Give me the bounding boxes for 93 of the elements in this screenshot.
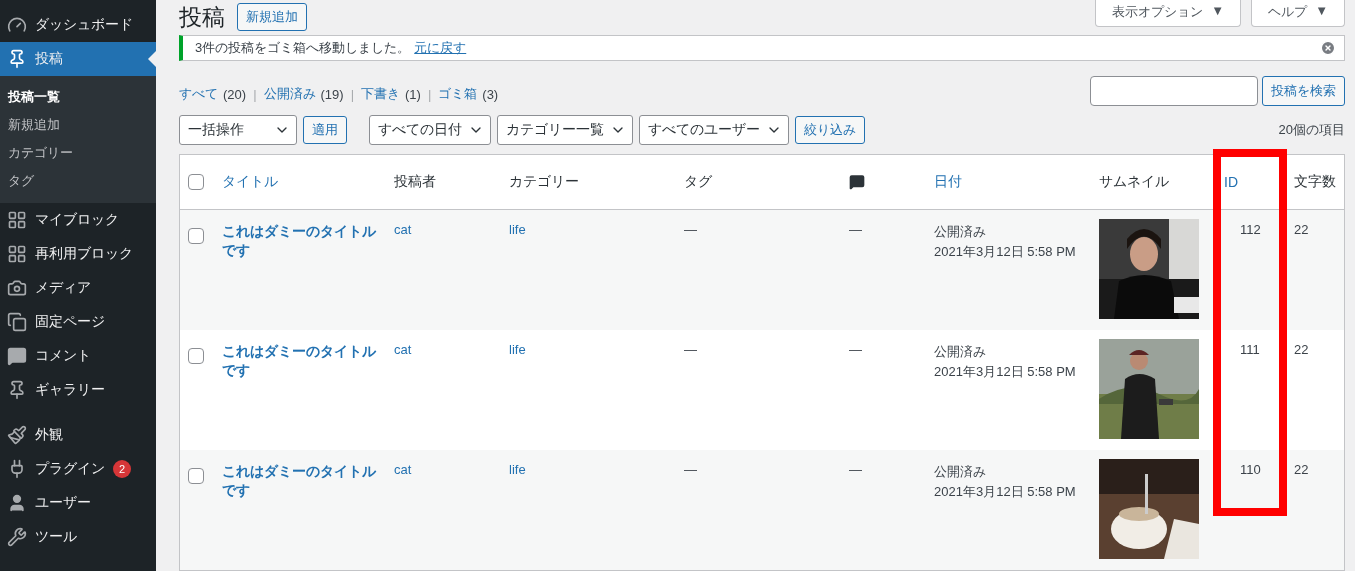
menu-item[interactable]: ツール <box>0 520 156 554</box>
table-cell: 22 <box>1294 462 1309 477</box>
column-header: サムネイル <box>1099 173 1169 191</box>
post-title-link[interactable]: これはダミーのタイトルです <box>222 342 378 380</box>
author-link[interactable]: cat <box>394 222 412 237</box>
comment-icon <box>849 174 865 190</box>
menu-item[interactable]: 固定ページ <box>0 305 156 339</box>
separator: | <box>427 86 432 102</box>
menu-item[interactable]: 外観 <box>0 418 156 452</box>
column-header: カテゴリー <box>509 173 579 191</box>
filter-select[interactable]: カテゴリー一覧 <box>497 115 633 145</box>
count-badge: 2 <box>113 460 131 478</box>
table-cell-text: 112 <box>1239 222 1261 237</box>
view-link[interactable]: ゴミ箱 <box>438 85 478 103</box>
view-count: (1) <box>405 86 421 102</box>
view-count: (20) <box>223 86 247 102</box>
post-date: 2021年3月12日 5:58 PM <box>934 362 1077 381</box>
table-cell: — <box>849 462 862 477</box>
submenu-item[interactable]: 投稿一覧 <box>0 83 156 111</box>
column-header: 文字数 <box>1294 173 1336 191</box>
add-new-button[interactable]: 新規追加 <box>237 3 307 32</box>
view-link[interactable]: 公開済み <box>263 85 316 103</box>
pages-icon <box>7 312 27 332</box>
tool-icon <box>7 527 27 547</box>
column-header: タグ <box>684 173 712 191</box>
submenu-item[interactable]: 新規追加 <box>0 111 156 139</box>
notice-message: 3件の投稿をゴミ箱へ移動しました。 <box>195 38 411 57</box>
menu-item[interactable]: 投稿 <box>0 42 156 76</box>
menu-item[interactable]: コメント <box>0 339 156 373</box>
column-header[interactable]: 日付 <box>934 173 962 191</box>
category-link[interactable]: life <box>509 342 526 357</box>
table-cell: 22 <box>1294 222 1309 237</box>
view-count: (19) <box>320 86 344 102</box>
table-cell: — <box>684 222 697 237</box>
filter-select[interactable]: すべてのユーザー <box>639 115 789 145</box>
brush-icon <box>7 425 27 445</box>
apply-button[interactable]: 適用 <box>303 116 347 144</box>
category-link[interactable]: life <box>509 462 526 477</box>
view-link[interactable]: 下書き <box>361 85 401 103</box>
pin-icon <box>7 380 27 400</box>
category-link[interactable]: life <box>509 222 526 237</box>
submenu-item[interactable]: タグ <box>0 167 156 195</box>
menu-item[interactable]: マイブロック <box>0 203 156 237</box>
column-header: 投稿者 <box>394 173 436 191</box>
post-date: 2021年3月12日 5:58 PM <box>934 482 1077 501</box>
column-header[interactable]: タイトル <box>222 173 278 191</box>
table-cell-text: 110 <box>1239 462 1261 477</box>
author-link[interactable]: cat <box>394 462 412 477</box>
comment-icon <box>7 346 27 366</box>
undo-link[interactable]: 元に戻す <box>414 38 467 57</box>
post-status: 公開済み <box>934 223 987 241</box>
table-cell-text: 111 <box>1239 342 1260 357</box>
checkbox[interactable] <box>188 348 204 364</box>
search-button[interactable]: 投稿を検索 <box>1262 76 1345 106</box>
menu-item[interactable]: ギャラリー <box>0 373 156 407</box>
submenu-item[interactable]: カテゴリー <box>0 139 156 167</box>
page-title: 投稿 <box>179 2 225 32</box>
view-count: (3) <box>482 86 499 102</box>
close-icon[interactable] <box>1320 39 1336 56</box>
post-status: 公開済み <box>934 343 987 361</box>
author-link[interactable]: cat <box>394 342 412 357</box>
user-icon <box>7 493 27 513</box>
post-date: 2021年3月12日 5:58 PM <box>934 242 1077 261</box>
filter-select[interactable]: すべての日付 <box>369 115 491 145</box>
separator: | <box>253 86 257 102</box>
filter-button[interactable]: 絞り込み <box>795 116 865 144</box>
table-cell: 22 <box>1294 342 1309 357</box>
post-status: 公開済み <box>934 463 987 481</box>
search-field[interactable] <box>1090 76 1258 106</box>
menu-item[interactable]: 再利用ブロック <box>0 237 156 271</box>
bulk-action-select[interactable]: 一括操作 <box>179 115 297 145</box>
table-cell: — <box>684 462 697 477</box>
table-cell: — <box>849 342 862 357</box>
dashboard-icon <box>7 15 27 35</box>
table-cell: — <box>684 342 697 357</box>
dropdown-tab[interactable]: ヘルプ ▼ <box>1251 0 1345 27</box>
grid-icon <box>7 210 27 230</box>
grid-icon <box>7 244 27 264</box>
checkbox[interactable] <box>188 468 204 484</box>
item-count: 20個の項目 <box>1278 121 1345 139</box>
checkbox[interactable] <box>188 174 204 190</box>
view-link[interactable]: すべて <box>179 85 218 103</box>
column-header[interactable]: ID <box>1224 174 1238 190</box>
menu-item[interactable]: メディア <box>0 271 156 305</box>
table-cell: — <box>849 222 862 237</box>
menu-item[interactable]: ユーザー <box>0 486 156 520</box>
menu-item[interactable]: ダッシュボード <box>0 8 156 42</box>
pin-icon <box>7 49 27 69</box>
media-icon <box>7 278 27 298</box>
dropdown-tab[interactable]: 表示オプション ▼ <box>1095 0 1242 27</box>
checkbox[interactable] <box>188 228 204 244</box>
menu-item[interactable]: プラグイン 2 <box>0 452 156 486</box>
separator: | <box>350 86 355 102</box>
